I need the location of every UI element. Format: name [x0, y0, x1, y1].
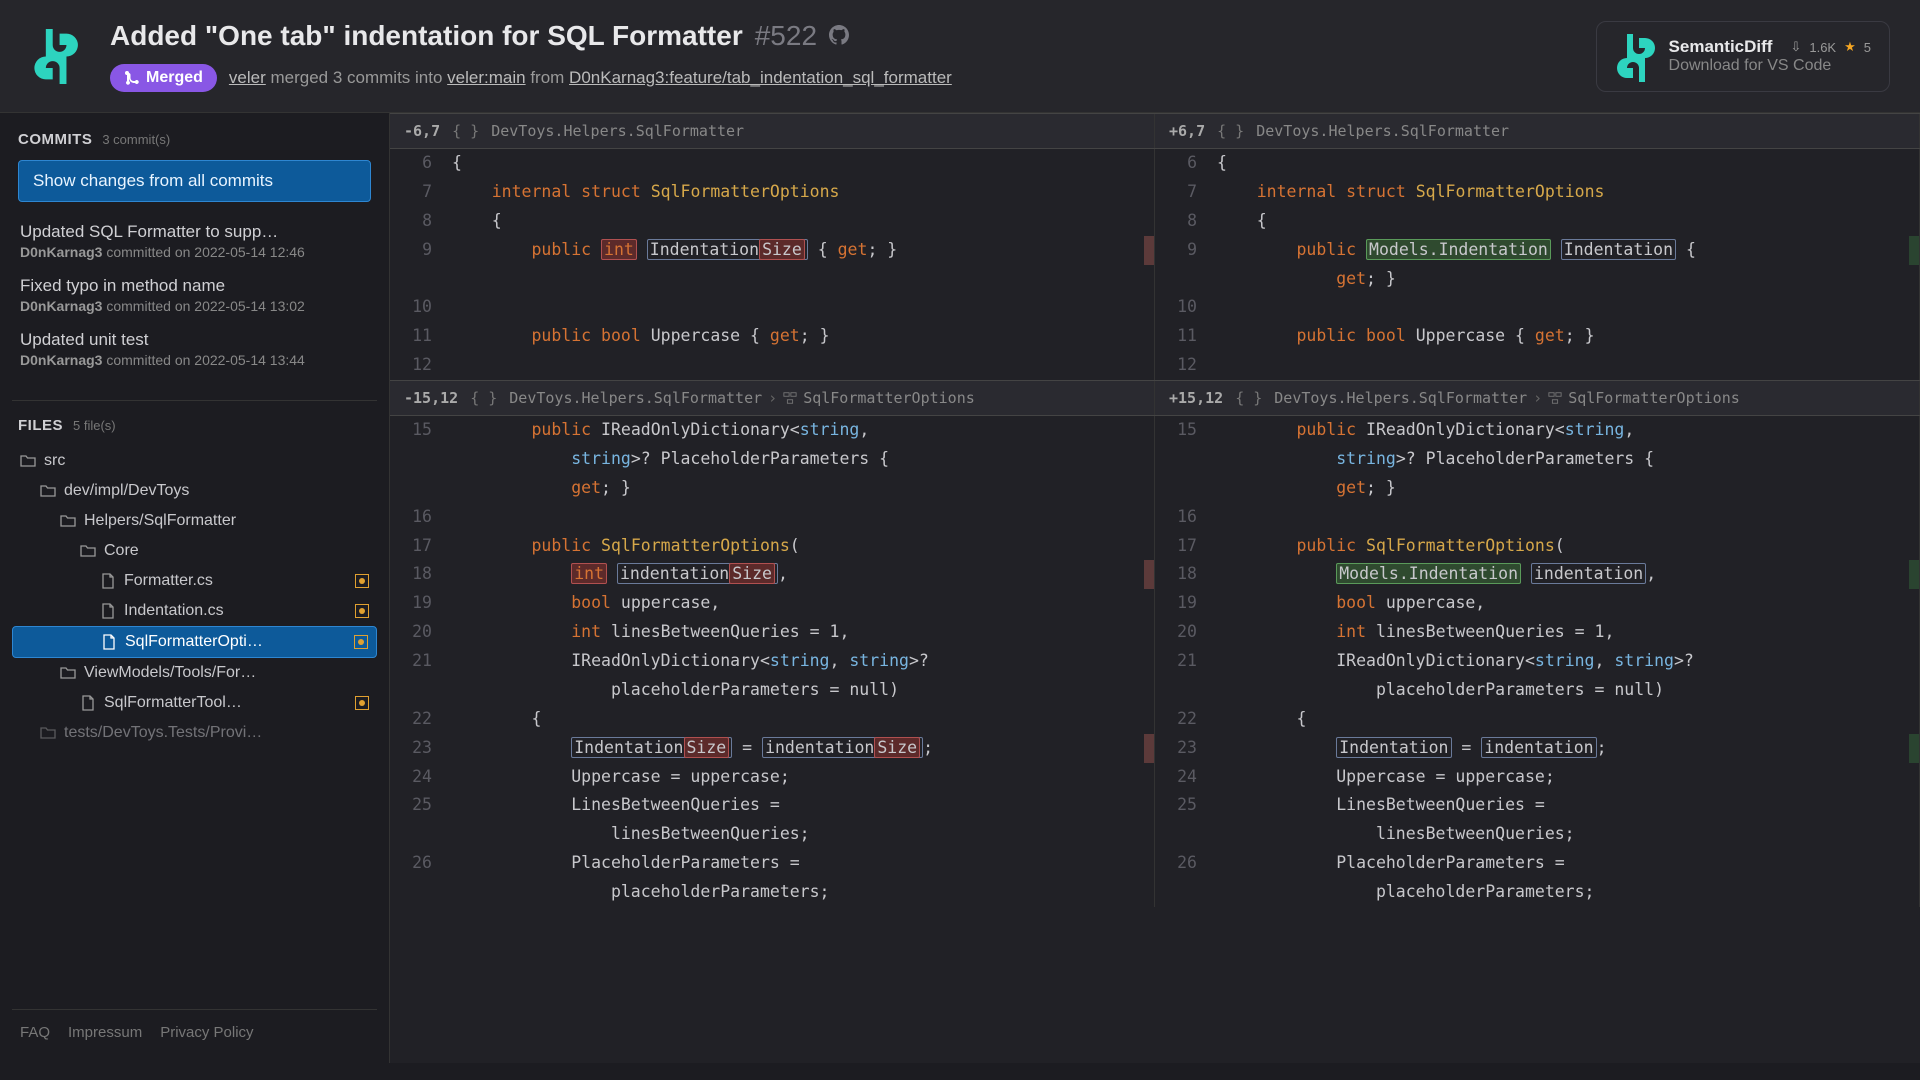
tree-label: src [44, 452, 369, 470]
promo-subtitle: Download for VS Code [1669, 57, 1871, 75]
braces-icon: { } [470, 389, 497, 407]
tree-label: Indentation.cs [124, 602, 347, 620]
author-link[interactable]: veler [229, 68, 266, 87]
braces-icon: { } [1217, 122, 1244, 140]
commit-item[interactable]: Updated unit test D0nKarnag3 committed o… [12, 322, 377, 376]
folder-item[interactable]: Helpers/SqlFormatter [12, 506, 377, 536]
merge-description: veler merged 3 commits into veler:main f… [229, 68, 952, 88]
tree-label: SqlFormatterTool… [104, 694, 347, 712]
commit-title: Fixed typo in method name [20, 276, 369, 296]
tree-label: ViewModels/Tools/For… [84, 664, 369, 682]
folder-item[interactable]: dev/impl/DevToys [12, 476, 377, 506]
braces-icon: { } [452, 122, 479, 140]
modified-icon [355, 574, 369, 588]
pr-number: #522 [755, 20, 817, 52]
commits-count: 3 commit(s) [102, 132, 170, 147]
commit-item[interactable]: Fixed typo in method name D0nKarnag3 com… [12, 268, 377, 322]
commit-title: Updated unit test [20, 330, 369, 350]
star-count: 5 [1864, 40, 1871, 55]
github-icon[interactable] [829, 25, 849, 48]
folder-item[interactable]: src [12, 446, 377, 476]
star-icon: ★ [1844, 39, 1856, 55]
hunk-header: -6,7 { } DevToys.Helpers.SqlFormatter +6… [390, 113, 1920, 149]
tree-label: Formatter.cs [124, 572, 347, 590]
folder-item[interactable]: Core [12, 536, 377, 566]
tree-label: tests/DevToys.Tests/Provi… [64, 724, 369, 742]
tree-label: dev/impl/DevToys [64, 482, 369, 500]
download-count: 1.6K [1809, 40, 1836, 55]
commits-section-title: COMMITS [18, 131, 92, 148]
pr-title: Added "One tab" indentation for SQL Form… [110, 20, 743, 52]
commit-item[interactable]: Updated SQL Formatter to supp… D0nKarnag… [12, 214, 377, 268]
folder-item[interactable]: ViewModels/Tools/For… [12, 658, 377, 688]
file-item[interactable]: SqlFormatterOpti… [12, 626, 377, 658]
tree-label: Core [104, 542, 369, 560]
files-section-title: FILES [18, 417, 63, 434]
commit-meta: D0nKarnag3 committed on 2022-05-14 12:46 [20, 244, 369, 260]
merged-badge: Merged [110, 64, 217, 92]
struct-icon [783, 391, 797, 405]
tree-label: Helpers/SqlFormatter [84, 512, 369, 530]
commit-title: Updated SQL Formatter to supp… [20, 222, 369, 242]
promo-title: SemanticDiff [1669, 37, 1773, 57]
diff-body: 6{ 7 internal struct SqlFormatterOptions… [390, 149, 1920, 380]
show-all-commits-button[interactable]: Show changes from all commits [18, 160, 371, 202]
head-branch-link[interactable]: D0nKarnag3:feature/tab_indentation_sql_f… [569, 68, 952, 87]
app-logo[interactable] [30, 29, 80, 84]
footer-faq[interactable]: FAQ [20, 1024, 50, 1041]
commit-meta: D0nKarnag3 committed on 2022-05-14 13:44 [20, 352, 369, 368]
hunk-header: -15,12 { } DevToys.Helpers.SqlFormatter … [390, 380, 1920, 416]
braces-icon: { } [1235, 389, 1262, 407]
folder-item[interactable]: tests/DevToys.Tests/Provi… [12, 718, 377, 748]
file-item[interactable]: Indentation.cs [12, 596, 377, 626]
struct-icon [1548, 391, 1562, 405]
commit-meta: D0nKarnag3 committed on 2022-05-14 13:02 [20, 298, 369, 314]
diff-body: 15 public IReadOnlyDictionary<string, st… [390, 416, 1920, 907]
modified-icon [355, 604, 369, 618]
base-branch-link[interactable]: veler:main [447, 68, 525, 87]
modified-icon [354, 635, 368, 649]
files-count: 5 file(s) [73, 418, 116, 433]
footer-impressum[interactable]: Impressum [68, 1024, 142, 1041]
file-item[interactable]: SqlFormatterTool… [12, 688, 377, 718]
footer-privacy[interactable]: Privacy Policy [160, 1024, 253, 1041]
file-item[interactable]: Formatter.cs [12, 566, 377, 596]
tree-label: SqlFormatterOpti… [125, 633, 346, 651]
download-icon: ⇩ [1790, 39, 1801, 55]
promo-card[interactable]: SemanticDiff ⇩ 1.6K ★ 5 Download for VS … [1596, 21, 1890, 92]
modified-icon [355, 696, 369, 710]
